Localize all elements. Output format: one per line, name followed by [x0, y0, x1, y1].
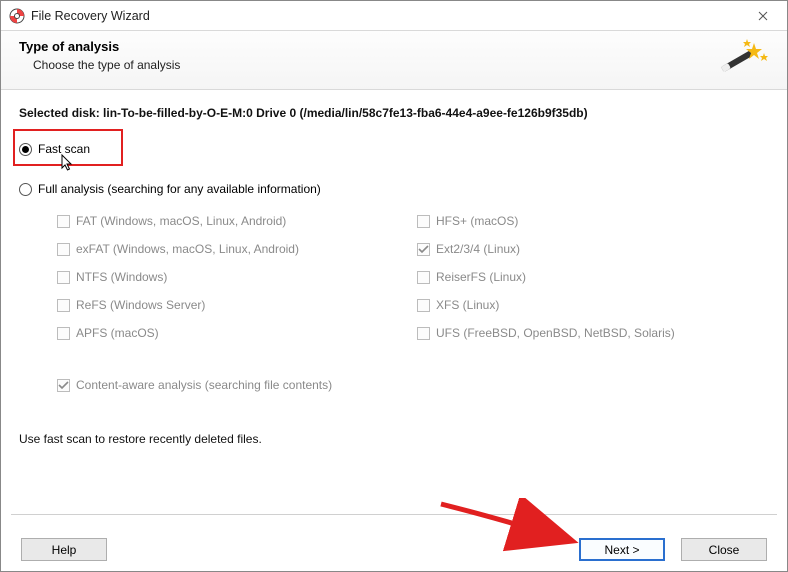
checkbox-reiserfs: ReiserFS (Linux)	[417, 270, 737, 284]
wizard-footer: Help Next > Close	[1, 538, 787, 561]
window-close-button[interactable]	[743, 1, 783, 31]
selected-disk-path: lin-To-be-filled-by-O-E-M:0 Drive 0 (/me…	[103, 106, 588, 120]
wizard-header: Type of analysis Choose the type of anal…	[1, 31, 787, 90]
selected-disk-prefix: Selected disk:	[19, 106, 103, 120]
checkbox-ext-box	[417, 243, 430, 256]
checkbox-apfs: APFS (macOS)	[57, 326, 417, 340]
next-button[interactable]: Next >	[579, 538, 665, 561]
close-button[interactable]: Close	[681, 538, 767, 561]
checkbox-fat: FAT (Windows, macOS, Linux, Android)	[57, 214, 417, 228]
wizard-wand-icon	[719, 39, 769, 79]
footer-separator	[11, 514, 777, 515]
checkbox-ufs: UFS (FreeBSD, OpenBSD, NetBSD, Solaris)	[417, 326, 737, 340]
radio-fast-scan[interactable]	[19, 143, 32, 156]
option-fast-scan-label: Fast scan	[38, 142, 90, 156]
checkbox-exfat: exFAT (Windows, macOS, Linux, Android)	[57, 242, 417, 256]
checkbox-ext: Ext2/3/4 (Linux)	[417, 242, 737, 256]
window-title: File Recovery Wizard	[31, 9, 743, 23]
option-full-analysis-label: Full analysis (searching for any availab…	[38, 182, 321, 196]
checkbox-content-aware-box	[57, 379, 70, 392]
title-bar: File Recovery Wizard	[1, 1, 787, 31]
checkbox-content-aware-label: Content-aware analysis (searching file c…	[76, 378, 332, 392]
filesystem-grid: FAT (Windows, macOS, Linux, Android) HFS…	[57, 214, 769, 340]
checkbox-ntfs: NTFS (Windows)	[57, 270, 417, 284]
cursor-icon	[61, 154, 75, 175]
selected-disk-line: Selected disk: lin-To-be-filled-by-O-E-M…	[19, 106, 769, 120]
help-button[interactable]: Help	[21, 538, 107, 561]
close-icon	[758, 11, 768, 21]
hint-text: Use fast scan to restore recently delete…	[19, 432, 769, 446]
page-title: Type of analysis	[19, 39, 719, 54]
checkbox-refs: ReFS (Windows Server)	[57, 298, 417, 312]
checkbox-hfsplus: HFS+ (macOS)	[417, 214, 737, 228]
option-full-analysis[interactable]: Full analysis (searching for any availab…	[19, 178, 769, 200]
wizard-body: Selected disk: lin-To-be-filled-by-O-E-M…	[1, 90, 787, 446]
page-subtitle: Choose the type of analysis	[33, 58, 719, 72]
checkbox-content-aware: Content-aware analysis (searching file c…	[57, 378, 769, 392]
option-fast-scan[interactable]: Fast scan	[19, 138, 769, 160]
app-icon	[9, 8, 25, 24]
checkbox-xfs: XFS (Linux)	[417, 298, 737, 312]
radio-full-analysis[interactable]	[19, 183, 32, 196]
